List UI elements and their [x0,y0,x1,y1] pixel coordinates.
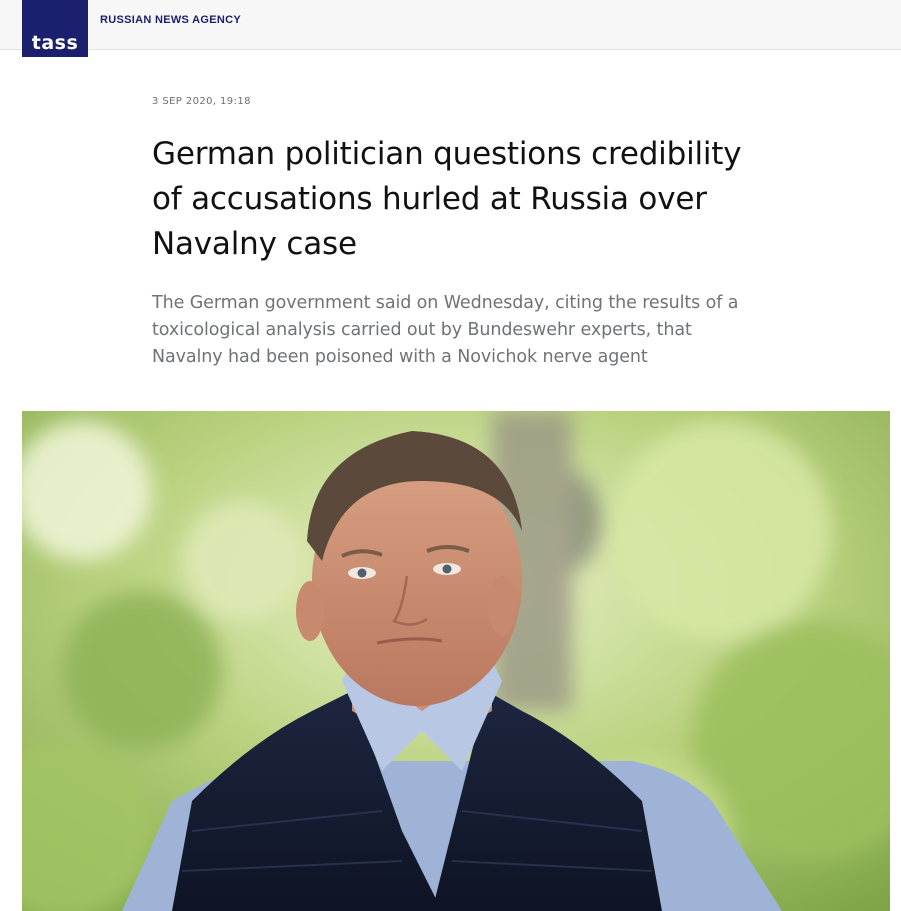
agency-name[interactable]: RUSSIAN NEWS AGENCY [100,14,241,26]
article-headline: German politician questions credibility … [152,136,742,262]
article-lead: The German government said on Wednesday,… [152,293,739,367]
publish-date: 3 SEP 2020, 19:18 [152,96,251,107]
top-bar: RUSSIAN NEWS AGENCY [0,0,901,50]
logo-text: TASS [31,32,79,54]
tass-logo[interactable]: TASS [22,0,88,57]
article-photo [22,411,890,911]
